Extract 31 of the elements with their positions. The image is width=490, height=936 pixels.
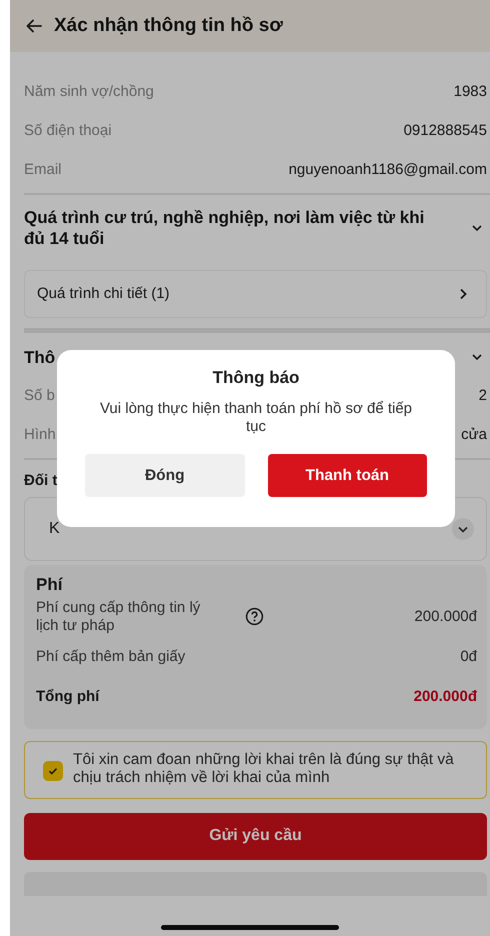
fee-label: Phí cấp thêm bản giấy [36, 648, 186, 666]
total-amount: 200.000đ [414, 688, 477, 706]
detail-link[interactable]: Quá trình chi tiết (1) [24, 270, 487, 318]
section-title: Thô [24, 346, 56, 368]
screen-title: Xác nhận thông tin hồ sơ [54, 15, 283, 37]
help-icon[interactable] [245, 607, 264, 626]
field-label: Đối t [24, 472, 58, 489]
fee-amount: 200.000đ [414, 608, 477, 626]
fee-title: Phí [36, 574, 64, 595]
field-value: 0912888545 [404, 122, 487, 139]
dialog-message: Vui lòng thực hiện thanh toán phí hồ sơ để tiếp tục [98, 400, 414, 436]
dialog-title: Thông báo [212, 368, 300, 388]
checkbox[interactable] [43, 760, 63, 781]
close-button[interactable]: Đóng [85, 454, 244, 497]
submit-button[interactable]: Gửi yêu cầu [24, 812, 487, 860]
field-label: Số điện thoại [24, 122, 112, 139]
fee-label: Phí cung cấp thông tin lý lịch tư pháp [36, 598, 202, 635]
total-label: Tổng phí [36, 688, 100, 706]
field-label: Email [24, 161, 62, 178]
field-value: nguyenoanh1186@gmail.com [288, 161, 487, 178]
field-value: 2 [478, 386, 487, 404]
field-label: Năm sinh vợ/chồng [24, 83, 154, 100]
field-value: cửa [461, 426, 487, 443]
pay-button[interactable]: Thanh toán [268, 454, 427, 497]
field-value: 1983 [454, 83, 487, 100]
declaration-text: Tôi xin cam đoan những lời khai trên là đúng sự thật và chịu trách nhiệm về lời khai của mình [73, 750, 455, 788]
fee-amount: 0đ [460, 648, 477, 666]
chevron-down-icon [452, 518, 474, 540]
field-label: Hình [24, 426, 56, 443]
field-label: Số b [24, 386, 55, 404]
section-title: Quá trình cư trú, nghề nghiệp, nơi làm việc từ khi đủ 14 tuổi [24, 207, 426, 250]
